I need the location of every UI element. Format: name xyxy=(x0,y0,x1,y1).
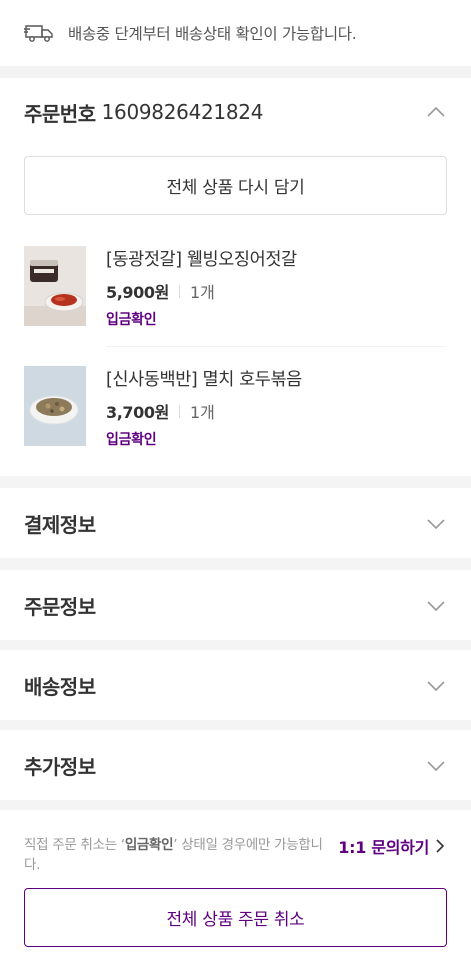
chevron-down-icon[interactable] xyxy=(425,674,447,696)
section-title: 추가정보 xyxy=(24,754,96,779)
divider xyxy=(178,404,180,418)
section-title: 배송정보 xyxy=(24,674,96,699)
product-thumbnail[interactable] xyxy=(24,366,86,446)
chevron-right-icon xyxy=(436,839,445,853)
product-name[interactable]: [신사동백반] 멸치 호두볶음 xyxy=(106,366,302,391)
section-divider xyxy=(0,720,471,730)
section-title: 주문정보 xyxy=(24,594,96,619)
cancel-help-text: 직접 주문 취소는 ‘입금확인’ 상태일 경우에만 가능합니다. xyxy=(24,835,324,875)
order-status-badge: 입금확인 xyxy=(106,312,157,328)
reorder-all-button[interactable]: 전체 상품 다시 담기 xyxy=(24,156,447,215)
divider xyxy=(178,284,180,298)
payment-info-section[interactable]: 결제정보 xyxy=(0,488,471,558)
cancel-all-button[interactable]: 전체 상품 주문 취소 xyxy=(24,888,447,947)
price-row: 3,700원 1개 xyxy=(106,399,215,423)
help-text-status: 입금확인 xyxy=(124,837,174,853)
chevron-down-icon[interactable] xyxy=(425,594,447,616)
delivery-info-section[interactable]: 배송정보 xyxy=(0,650,471,720)
order-actions: 직접 주문 취소는 ‘입금확인’ 상태일 경우에만 가능합니다. 1:1 문의하… xyxy=(0,810,471,960)
help-text-prefix: 직접 주문 취소는 ‘ xyxy=(24,837,125,853)
product-quantity: 1개 xyxy=(189,403,215,422)
order-panel: 주문번호 1609826421824 전체 상품 다시 담기 [동광젓갈] 웰빙… xyxy=(0,78,471,476)
inquiry-label: 1:1 문의하기 xyxy=(338,838,429,857)
section-divider xyxy=(0,640,471,650)
order-info-section[interactable]: 주문정보 xyxy=(0,570,471,640)
notice-text: 배송중 단계부터 배송상태 확인이 가능합니다. xyxy=(68,25,357,43)
order-item[interactable]: [신사동백반] 멸치 호두볶음 3,700원 1개 입금확인 xyxy=(24,366,447,466)
section-title: 결제정보 xyxy=(24,512,96,537)
chevron-down-icon[interactable] xyxy=(425,754,447,776)
section-divider xyxy=(0,66,471,78)
price-row: 5,900원 1개 xyxy=(106,279,215,303)
additional-info-section[interactable]: 추가정보 xyxy=(0,730,471,800)
section-divider xyxy=(0,800,471,810)
product-name[interactable]: [동광젓갈] 웰빙오징어젓갈 xyxy=(106,246,297,271)
section-divider xyxy=(0,558,471,570)
truck-icon xyxy=(24,22,56,44)
product-price: 3,700원 xyxy=(106,403,169,422)
shipping-notice: 배송중 단계부터 배송상태 확인이 가능합니다. xyxy=(0,0,471,66)
order-header[interactable]: 주문번호 1609826421824 xyxy=(24,78,447,146)
inquiry-link[interactable]: 1:1 문의하기 xyxy=(338,834,445,858)
order-item[interactable]: [동광젓갈] 웰빙오징어젓갈 5,900원 1개 입금확인 xyxy=(24,246,447,346)
order-number-label: 주문번호 xyxy=(24,101,96,126)
product-quantity: 1개 xyxy=(189,283,215,302)
order-number: 1609826421824 xyxy=(101,100,264,124)
order-status-badge: 입금확인 xyxy=(106,432,157,448)
product-thumbnail[interactable] xyxy=(24,246,86,326)
item-divider xyxy=(106,346,447,347)
chevron-down-icon[interactable] xyxy=(425,512,447,534)
chevron-up-icon[interactable] xyxy=(425,101,447,123)
section-divider xyxy=(0,476,471,488)
product-price: 5,900원 xyxy=(106,283,169,302)
